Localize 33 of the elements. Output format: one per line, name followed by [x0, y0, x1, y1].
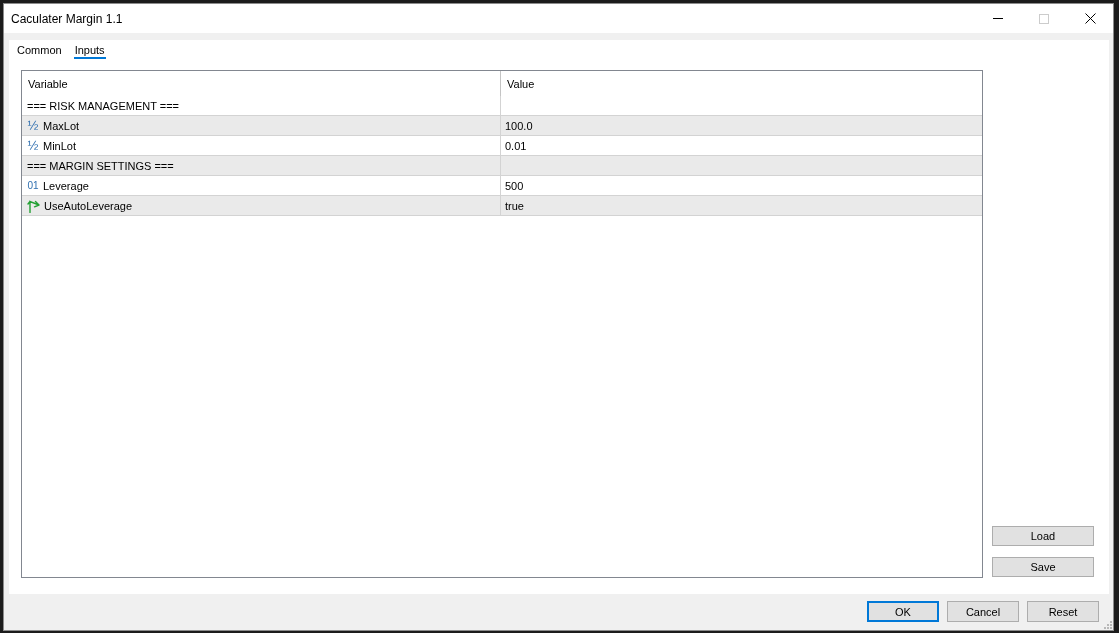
dialog-button[interactable]: OK: [867, 601, 939, 622]
variable-name: UseAutoLeverage: [44, 199, 133, 212]
fraction-icon: ½: [27, 118, 39, 133]
variable-name: MinLot: [43, 139, 77, 152]
variable-name: MaxLot: [43, 119, 80, 132]
fraction-icon: ½: [27, 138, 39, 153]
value-text[interactable]: 100.0: [505, 119, 533, 132]
tab[interactable]: Common: [16, 42, 63, 59]
dialog-button[interactable]: Cancel: [947, 601, 1019, 622]
arrow-icon: [27, 198, 40, 213]
digits-icon: 01: [27, 178, 39, 193]
table-row[interactable]: UseAutoLeverage true: [22, 196, 982, 216]
table-row[interactable]: === RISK MANAGEMENT ===: [22, 96, 982, 116]
resize-grip-icon[interactable]: [1104, 621, 1112, 629]
side-button[interactable]: Load: [992, 526, 1094, 546]
table-row[interactable]: 01 Leverage 500: [22, 176, 982, 196]
group-heading: === MARGIN SETTINGS ===: [27, 159, 174, 172]
value-text[interactable]: true: [505, 199, 524, 212]
value-text[interactable]: 0.01: [505, 139, 527, 152]
minimize-icon: [993, 18, 1003, 19]
column-header: Value: [506, 76, 536, 92]
table-row[interactable]: ½ MinLot 0.01: [22, 136, 982, 156]
window-title: Caculater Margin 1.1: [11, 11, 124, 26]
maximize-icon: [1039, 13, 1049, 24]
table-row[interactable]: === MARGIN SETTINGS ===: [22, 156, 982, 176]
tab[interactable]: Inputs: [73, 42, 106, 59]
side-button[interactable]: Save: [992, 557, 1094, 577]
close-icon: [1084, 13, 1096, 24]
value-text[interactable]: 500: [505, 179, 524, 192]
variable-name: Leverage: [43, 179, 89, 192]
dialog-button[interactable]: Reset: [1027, 601, 1099, 622]
table-row[interactable]: ½ MaxLot 100.0: [22, 116, 982, 136]
group-heading: === RISK MANAGEMENT ===: [27, 99, 180, 112]
